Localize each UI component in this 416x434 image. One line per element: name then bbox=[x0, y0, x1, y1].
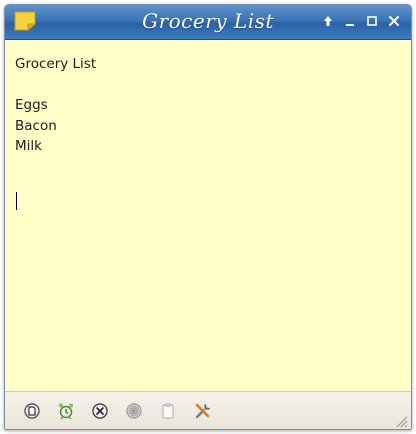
clipboard-icon[interactable] bbox=[158, 401, 178, 421]
maximize-icon[interactable] bbox=[364, 13, 380, 29]
minimize-icon[interactable] bbox=[342, 13, 358, 29]
new-note-icon[interactable] bbox=[22, 401, 42, 421]
title-bar[interactable]: Grocery List bbox=[5, 5, 411, 40]
note-toolbar bbox=[5, 391, 411, 429]
color-icon[interactable] bbox=[124, 401, 144, 421]
note-text[interactable]: Grocery List Eggs Bacon Milk bbox=[15, 54, 401, 384]
close-icon[interactable] bbox=[386, 13, 402, 29]
settings-tools-icon[interactable] bbox=[193, 401, 213, 421]
keep-above-icon[interactable] bbox=[320, 13, 336, 29]
sticky-note-window: Grocery List Grocery List Eggs Bacon Mil… bbox=[4, 4, 412, 430]
resize-grip-icon[interactable] bbox=[394, 413, 408, 428]
note-editor[interactable]: Grocery List Eggs Bacon Milk bbox=[5, 40, 411, 390]
alarm-icon[interactable] bbox=[56, 401, 76, 421]
text-cursor bbox=[16, 192, 17, 210]
delete-note-icon[interactable] bbox=[90, 401, 110, 421]
